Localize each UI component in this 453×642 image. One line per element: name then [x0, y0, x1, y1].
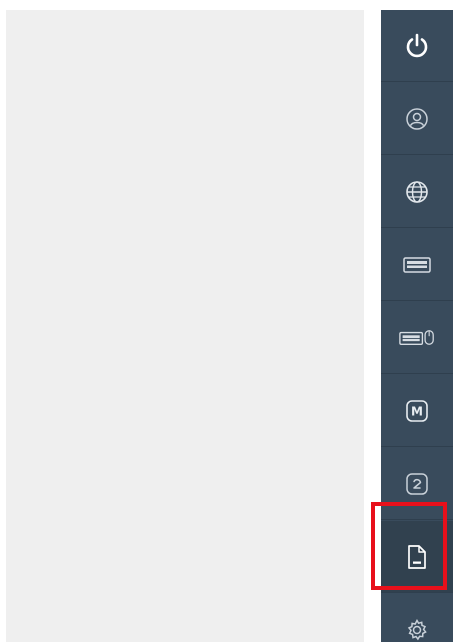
- sidebar-item-language[interactable]: [381, 156, 453, 228]
- app-window: M: [0, 0, 453, 642]
- main-content-area: [6, 10, 364, 642]
- sidebar-item-macro[interactable]: M: [381, 375, 453, 447]
- file-icon: [399, 539, 435, 575]
- sidebar-item-keyboard[interactable]: [381, 229, 453, 301]
- globe-icon: [399, 174, 435, 210]
- user-circle-icon: [399, 101, 435, 137]
- sidebar-item-settings[interactable]: [381, 594, 453, 642]
- macro-icon: M: [399, 393, 435, 429]
- keyboard-icon: [399, 247, 435, 283]
- sidebar: M: [381, 10, 453, 642]
- sidebar-item-switch[interactable]: [381, 448, 453, 520]
- svg-text:M: M: [411, 404, 423, 418]
- sidebar-item-keyboard-mouse[interactable]: [381, 302, 453, 374]
- cycle-icon: [399, 466, 435, 502]
- sidebar-item-user[interactable]: [381, 83, 453, 155]
- sidebar-item-power[interactable]: [381, 10, 453, 82]
- power-icon: [399, 28, 435, 64]
- sidebar-item-file[interactable]: [381, 521, 453, 593]
- keyboard-mouse-icon: [399, 320, 435, 356]
- gear-icon: [399, 612, 435, 642]
